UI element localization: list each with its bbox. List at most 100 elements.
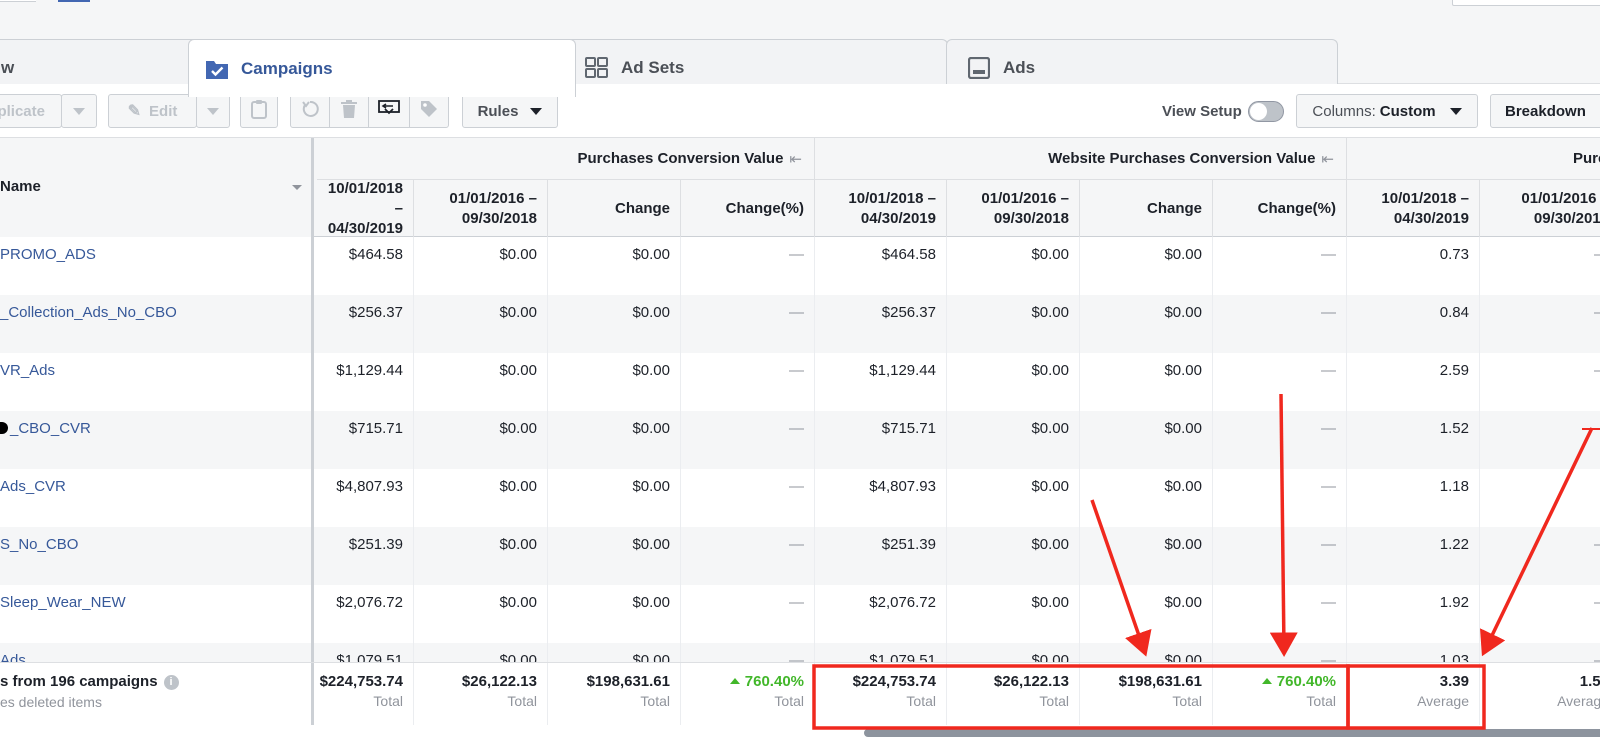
table-row: VR_Ads $1,129.44 $0.00 $0.00— $1,129.44 $0.00… — [0, 353, 1600, 411]
campaign-name[interactable]: VR_Ads — [0, 362, 55, 379]
campaign-name[interactable]: _CBO_CVR — [10, 420, 91, 437]
pin-column-icon[interactable]: ⇤ — [1321, 150, 1334, 168]
table-cell: $0.00 — [947, 469, 1080, 527]
tag-button[interactable] — [409, 94, 449, 128]
date-range-end: 09/30/2018 — [993, 209, 1069, 227]
table-cell: $464.58 — [815, 237, 947, 295]
campaign-name[interactable]: S_No_CBO — [0, 536, 78, 553]
date-range-start: 10/01/2018 – — [327, 179, 403, 217]
trash-icon — [341, 100, 357, 122]
breakdown-dropdown[interactable]: Breakdown — [1490, 94, 1600, 128]
campaign-name-link[interactable]: Sleep_Wear_NEW — [0, 585, 314, 643]
column-header-range-prev[interactable]: 01/01/2016 – 09/30/2018 — [414, 180, 548, 237]
name-column-header[interactable]: Name — [0, 138, 314, 237]
table-cell: $1,129.44 — [815, 353, 947, 411]
horizontal-scrollbar[interactable] — [864, 729, 1600, 737]
table-cell: $0.00 — [548, 469, 681, 527]
group-header-website-purchases-conversion-value: Website Purchases Conversion Value ⇤ — [815, 138, 1347, 180]
column-header-change[interactable]: Change — [1080, 180, 1213, 237]
delete-button[interactable] — [329, 94, 369, 128]
totals-caption: Total — [640, 693, 670, 709]
campaign-name[interactable]: PROMO_ADS — [0, 246, 96, 263]
table-cell: — — [1480, 237, 1600, 295]
duplicate-button[interactable]: plicate — [0, 94, 62, 128]
column-header-label: 01/01/2016 – 09/30/2018 — [449, 189, 537, 229]
group-header-purchases-conversion-value: Purchases Conversion Value ⇤ — [317, 138, 815, 180]
table-cell: $715.71 — [815, 411, 947, 469]
table-cell: — — [1213, 353, 1347, 411]
campaign-name[interactable]: _Collection_Ads_No_CBO — [0, 304, 177, 321]
tab-campaigns[interactable]: Campaigns — [188, 39, 576, 97]
table-cell: $0.00 — [548, 527, 681, 585]
chevron-down-icon — [1449, 107, 1462, 115]
table-cell: $251.39 — [815, 527, 947, 585]
column-header-range-prev[interactable]: 01/01/2016 – 09/30/2018 — [1480, 180, 1600, 237]
campaign-name[interactable]: Sleep_Wear_NEW — [0, 594, 126, 611]
undo-icon — [301, 100, 319, 122]
totals-cell: $198,631.61 Total — [1080, 663, 1213, 725]
table-cell: 1.18 — [1347, 469, 1480, 527]
column-header-label: Change — [1146, 199, 1202, 217]
campaign-name-link[interactable]: _Collection_Ads_No_CBO — [0, 295, 314, 353]
campaign-name-link[interactable]: PROMO_ADS — [0, 237, 314, 295]
totals-caption: Total — [507, 693, 537, 709]
totals-caption: Total — [1039, 693, 1069, 709]
table-cell: — — [681, 469, 815, 527]
edit-dropdown-button[interactable] — [196, 94, 230, 128]
trend-up-icon — [1261, 678, 1272, 684]
top-control-stub[interactable] — [58, 0, 90, 2]
duplicate-dropdown-button[interactable] — [61, 94, 97, 128]
campaign-name-link[interactable]: S_No_CBO — [0, 527, 314, 585]
table-cell: — — [1213, 527, 1347, 585]
column-header-range-prev[interactable]: 01/01/2016 – 09/30/2018 — [947, 180, 1080, 237]
table-cell: — — [1480, 527, 1600, 585]
table-cell: $2,076.72 — [317, 585, 414, 643]
totals-caption: Total — [1306, 693, 1336, 709]
date-range-picker[interactable] — [1452, 0, 1600, 6]
campaign-name[interactable]: Ads_CVR — [0, 478, 66, 495]
table-cell: $0.00 — [947, 353, 1080, 411]
ab-test-button[interactable] — [240, 94, 278, 128]
column-header-range-cur[interactable]: 10/01/2018 – 04/30/2019 — [815, 180, 947, 237]
table-cell: $0.00 — [1080, 469, 1213, 527]
campaign-name-link[interactable]: _CBO_CVR — [0, 411, 314, 469]
undo-button[interactable] — [290, 94, 330, 128]
top-control-stub[interactable] — [0, 0, 36, 2]
table-cell: 1.52 — [1347, 411, 1480, 469]
name-header-label: Name — [0, 178, 41, 195]
export-import-button[interactable] — [368, 94, 410, 128]
campaign-name-link[interactable]: VR_Ads — [0, 353, 314, 411]
info-icon[interactable]: i — [163, 675, 179, 690]
edit-button[interactable]: ✎ Edit — [108, 94, 197, 128]
totals-percent: 760.40% — [744, 673, 804, 690]
tag-icon — [420, 100, 438, 122]
column-header-range-cur[interactable]: 10/01/2018 – 04/30/2019 — [317, 180, 414, 237]
columns-value: Custom — [1379, 102, 1436, 120]
table-cell: — — [1213, 411, 1347, 469]
totals-cell: 1.52 Average — [1480, 663, 1600, 725]
table-cell: — — [681, 411, 815, 469]
breakdown-label: Breakdown — [1505, 102, 1586, 120]
totals-caption: Total — [373, 693, 403, 709]
table-cell: — — [1480, 295, 1600, 353]
columns-dropdown[interactable]: Columns: Custom — [1296, 94, 1478, 128]
totals-caption: Average — [1417, 693, 1469, 709]
group-label: Purchases Conversion Value — [577, 150, 784, 167]
table-cell: $256.37 — [317, 295, 414, 353]
campaign-folder-icon — [205, 57, 229, 81]
column-header-change-pct[interactable]: Change(%) — [681, 180, 815, 237]
column-header-change[interactable]: Change — [548, 180, 681, 237]
date-range-start: 01/01/2016 – — [1521, 189, 1600, 207]
view-setup-toggle[interactable] — [1248, 101, 1284, 122]
date-range-end: 09/30/2018 — [1533, 209, 1600, 227]
date-range-end: 09/30/2018 — [461, 209, 537, 227]
column-header-change-pct[interactable]: Change(%) — [1213, 180, 1347, 237]
campaign-name-link[interactable]: Ads_CVR — [0, 469, 314, 527]
column-header-range-cur[interactable]: 10/01/2018 – 04/30/2019 — [1347, 180, 1480, 237]
pin-column-icon[interactable]: ⇤ — [789, 150, 802, 168]
sort-caret-icon[interactable] — [292, 185, 302, 190]
table-cell: $251.39 — [317, 527, 414, 585]
table-cell: $4,807.93 — [317, 469, 414, 527]
rules-button[interactable]: Rules — [462, 94, 558, 128]
totals-caption: Total — [774, 693, 804, 709]
